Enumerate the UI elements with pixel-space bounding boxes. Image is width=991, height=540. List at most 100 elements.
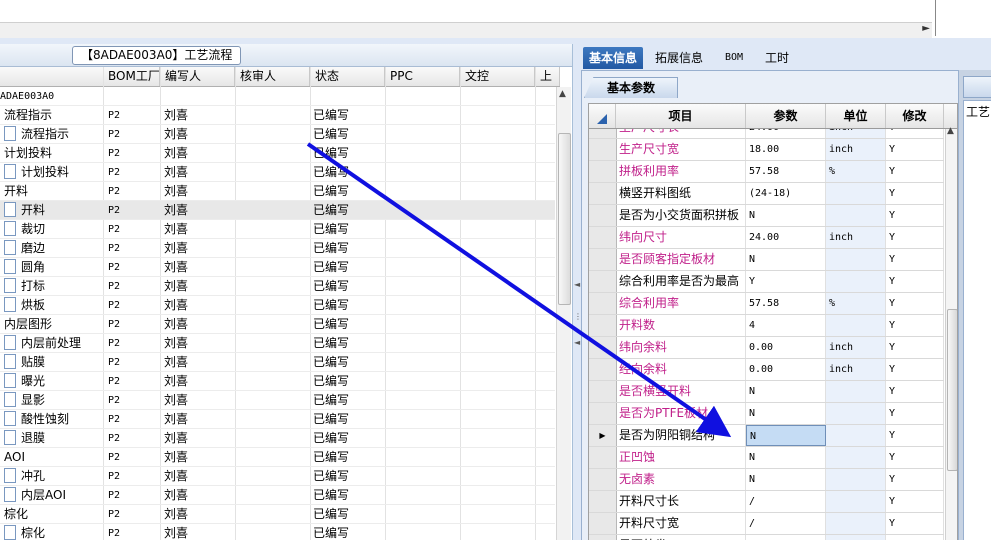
param-item-cell[interactable]: 纬向尺寸 (616, 227, 746, 248)
bom-plant-cell[interactable]: P2 (108, 277, 158, 296)
param-item-cell[interactable]: 是否为阴阳铜结构 (616, 425, 746, 446)
author-cell[interactable]: 刘喜 (164, 467, 234, 486)
param-unit-cell[interactable] (826, 491, 886, 512)
table-row[interactable]: 开料 P2 刘喜 已编写 (0, 201, 555, 220)
row-indicator[interactable] (589, 249, 617, 270)
param-row[interactable]: 综合利用率是否为最高 Y Y (589, 271, 944, 293)
author-cell[interactable]: 刘喜 (164, 182, 234, 201)
param-item-cell[interactable]: 是否横竖开料 (616, 381, 746, 402)
param-unit-cell[interactable] (826, 381, 886, 402)
bom-plant-cell[interactable]: P2 (108, 429, 158, 448)
row-name-cell[interactable]: 流程指示 (4, 125, 104, 144)
tab-work-hours[interactable]: 工时 (759, 47, 795, 69)
param-row[interactable]: 正凹蚀 N Y (589, 447, 944, 469)
param-row[interactable]: 拼板利用率 57.58% Y (589, 161, 944, 183)
param-unit-cell[interactable] (826, 447, 886, 468)
row-name-cell[interactable]: AOI (4, 448, 104, 467)
status-cell[interactable]: 已编写 (313, 277, 383, 296)
param-modify-cell[interactable]: Y (886, 227, 944, 248)
author-cell[interactable]: 刘喜 (164, 144, 234, 163)
scroll-up-arrow-icon[interactable]: ▲ (559, 89, 566, 99)
param-modify-cell[interactable]: Y (886, 513, 944, 534)
row-name-cell[interactable]: 酸性蚀刻 (4, 410, 104, 429)
table-row[interactable]: 烘板 P2 刘喜 已编写 (0, 296, 555, 315)
table-row[interactable]: 冲孔 P2 刘喜 已编写 (0, 467, 555, 486)
status-cell[interactable]: 已编写 (313, 144, 383, 163)
column-header[interactable]: BOM工厂 (103, 67, 160, 86)
param-row[interactable]: 横竖开料图纸 (24-18) Y (589, 183, 944, 205)
row-name-cell[interactable]: 开料 (4, 201, 104, 220)
status-cell[interactable]: 已编写 (313, 524, 383, 540)
param-unit-cell[interactable] (826, 513, 886, 534)
param-value-cell[interactable]: N (746, 381, 826, 402)
status-cell[interactable]: 已编写 (313, 258, 383, 277)
param-item-cell[interactable]: 开料尺寸长 (616, 491, 746, 512)
param-modify-cell[interactable]: Y (886, 271, 944, 292)
author-cell[interactable]: 刘喜 (164, 296, 234, 315)
bom-plant-cell[interactable]: P2 (108, 258, 158, 277)
param-row[interactable]: 生产尺寸宽 18.00 inch Y (589, 139, 944, 161)
table-row[interactable]: 棕化 P2 刘喜 已编写 (0, 524, 555, 540)
param-unit-cell[interactable] (826, 425, 886, 446)
param-value-cell[interactable]: 57.58 (746, 161, 826, 182)
param-modify-cell[interactable]: Y (886, 359, 944, 380)
column-header[interactable]: 文控 (460, 67, 535, 86)
param-row[interactable]: 是否外发N Y (589, 535, 944, 540)
column-header[interactable]: 状态 (310, 67, 385, 86)
param-value-cell[interactable]: / (746, 491, 826, 512)
status-cell[interactable]: 已编写 (313, 486, 383, 505)
current-row-indicator-icon[interactable]: ▶ (589, 425, 617, 446)
author-cell[interactable]: 刘喜 (164, 163, 234, 182)
table-row[interactable]: 流程指示 P2 刘喜 已编写 (0, 106, 555, 125)
sub-tab-basic-params[interactable]: 基本参数 (584, 77, 678, 98)
process-grid-vertical-scrollbar[interactable]: ▲ (556, 87, 571, 540)
author-cell[interactable]: 刘喜 (164, 410, 234, 429)
param-modify-cell[interactable]: Y (886, 469, 944, 490)
row-name-cell[interactable]: 裁切 (4, 220, 104, 239)
table-row[interactable]: 流程指示 P2 刘喜 已编写 (0, 125, 555, 144)
param-item-cell[interactable]: 经向余料 (616, 359, 746, 380)
table-row[interactable]: 曝光 P2 刘喜 已编写 (0, 372, 555, 391)
scrollbar-thumb[interactable] (947, 309, 957, 471)
table-row[interactable]: 内层AOI P2 刘喜 已编写 (0, 486, 555, 505)
bom-plant-cell[interactable]: P2 (108, 239, 158, 258)
row-name-cell[interactable]: 圆角 (4, 258, 104, 277)
author-cell[interactable]: 刘喜 (164, 353, 234, 372)
table-row[interactable]: 棕化 P2 刘喜 已编写 (0, 505, 555, 524)
row-name-cell[interactable]: 贴膜 (4, 353, 104, 372)
author-cell[interactable]: 刘喜 (164, 220, 234, 239)
author-cell[interactable]: 刘喜 (164, 106, 234, 125)
author-cell[interactable]: 刘喜 (164, 391, 234, 410)
bom-plant-cell[interactable]: P2 (108, 486, 158, 505)
row-name-cell[interactable]: 计划投料 (4, 144, 104, 163)
bom-plant-cell[interactable]: P2 (108, 296, 158, 315)
status-cell[interactable]: 已编写 (313, 372, 383, 391)
table-row[interactable]: ADAE003A0 (0, 87, 555, 106)
author-cell[interactable]: 刘喜 (164, 201, 234, 220)
param-row[interactable]: 开料数 4 Y (589, 315, 944, 337)
param-row[interactable]: 是否为小交货面积拼板 N Y (589, 205, 944, 227)
status-cell[interactable]: 已编写 (313, 429, 383, 448)
param-modify-cell[interactable]: Y (886, 403, 944, 424)
row-name-cell[interactable]: 曝光 (4, 372, 104, 391)
table-row[interactable]: 退膜 P2 刘喜 已编写 (0, 429, 555, 448)
table-row[interactable]: 圆角 P2 刘喜 已编写 (0, 258, 555, 277)
status-cell[interactable]: 已编写 (313, 239, 383, 258)
param-item-cell[interactable]: 开料数 (616, 315, 746, 336)
param-unit-cell[interactable] (826, 205, 886, 226)
param-value-cell[interactable]: 0.00 (746, 337, 826, 358)
row-name-cell[interactable]: 退膜 (4, 429, 104, 448)
param-item-cell[interactable]: 综合利用率 (616, 293, 746, 314)
row-name-cell[interactable]: 计划投料 (4, 163, 104, 182)
table-row[interactable]: 开料 P2 刘喜 已编写 (0, 182, 555, 201)
row-name-cell[interactable]: ADAE003A0 (0, 87, 100, 106)
status-cell[interactable]: 已编写 (313, 315, 383, 334)
status-cell[interactable]: 已编写 (313, 410, 383, 429)
table-row[interactable]: 酸性蚀刻 P2 刘喜 已编写 (0, 410, 555, 429)
param-row[interactable]: 纬向余料 0.00 inch Y (589, 337, 944, 359)
param-item-cell[interactable]: 正凹蚀 (616, 447, 746, 468)
row-indicator[interactable] (589, 381, 617, 402)
param-row[interactable]: 综合利用率 57.58% Y (589, 293, 944, 315)
param-row[interactable]: 经向余料 0.00 inch Y (589, 359, 944, 381)
process-flow-title[interactable]: 【8ADAE003A0】工艺流程 (72, 46, 242, 65)
